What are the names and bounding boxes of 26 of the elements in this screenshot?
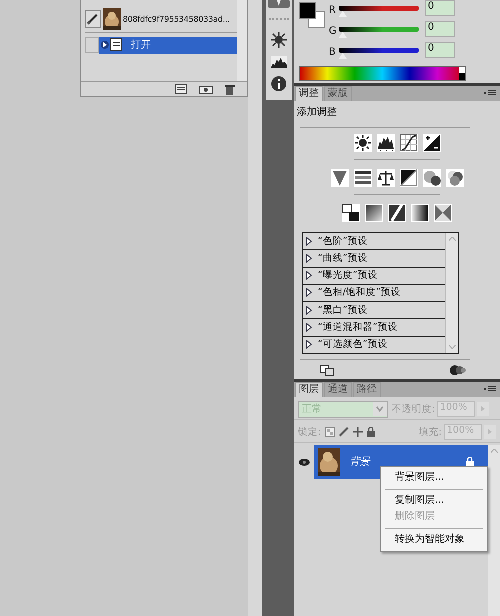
preset-item[interactable]: “曲线”预设 xyxy=(303,250,445,268)
panel-tab[interactable]: 蒙版 xyxy=(324,86,352,101)
value-field[interactable]: 0 xyxy=(425,0,455,16)
value-field[interactable]: 0 xyxy=(425,42,455,58)
panel-tab[interactable]: 调整 xyxy=(295,86,323,101)
preset-item[interactable]: “色阶”预设 xyxy=(303,233,445,250)
menu-item[interactable]: 转换为智能对象 xyxy=(381,532,487,548)
history-item[interactable]: 打开 xyxy=(99,36,237,54)
preset-item[interactable]: “通道混和器”预设 xyxy=(303,319,445,337)
value-field[interactable]: 0 xyxy=(425,21,455,37)
preset-item[interactable]: “色相/饱和度”预设 xyxy=(303,284,445,302)
preset-item[interactable]: “曝光度”预设 xyxy=(303,268,445,285)
channel-label: R xyxy=(329,5,337,16)
channel-label: G xyxy=(329,26,338,37)
panel-tab[interactable]: 通道 xyxy=(324,382,352,397)
snapshot-name: 808fdfc9f79553458033ad... xyxy=(123,14,230,24)
panel-tab[interactable]: 路径 xyxy=(353,382,381,397)
menu-item[interactable]: 复制图层... xyxy=(381,493,487,509)
panel-heading: 添加调整 xyxy=(296,106,338,118)
channel-label: B xyxy=(329,47,337,58)
field-label: 不透明度: xyxy=(392,402,436,416)
panel-tab[interactable]: 图层 xyxy=(295,382,323,397)
field-label: 填充: xyxy=(418,426,442,438)
preset-item[interactable]: “可选颜色”预设 xyxy=(303,336,445,353)
lock-label: 锁定: xyxy=(298,426,322,438)
preset-item[interactable]: “黑白”预设 xyxy=(303,302,445,320)
